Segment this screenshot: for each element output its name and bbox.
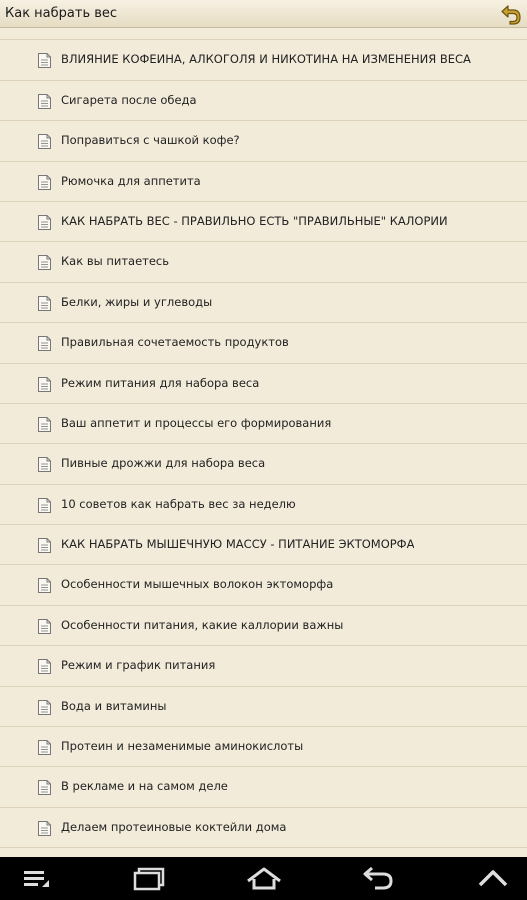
system-navigation-bar [0, 857, 527, 900]
list-item-label: Ваш аппетит и процессы его формирования [61, 415, 332, 430]
list-item[interactable]: Белки, жиры и углеводы [0, 283, 527, 324]
chevron-up-icon [478, 870, 508, 887]
document-icon [38, 740, 51, 756]
title-bar: Как набрать вес [0, 0, 527, 28]
page-title: Как набрать вес [5, 6, 118, 21]
list-item[interactable]: Вода и витамины [0, 687, 527, 728]
document-icon [38, 538, 51, 554]
list-item-label: Поправиться с чашкой кофе? [61, 133, 240, 148]
list-item-label: ВЛИЯНИЕ КОФЕИНА, АЛКОГОЛЯ И НИКОТИНА НА … [61, 52, 471, 67]
document-icon [38, 336, 51, 352]
document-icon [38, 578, 51, 594]
list-item-label: Сигарета после обеда [61, 92, 197, 107]
menu-icon [24, 871, 49, 887]
list-item-label: Вода и витамины [61, 698, 167, 713]
list-item[interactable]: Ваш аппетит и процессы его формирования [0, 404, 527, 445]
document-icon [38, 174, 51, 190]
list-item-label: Как вы питаетесь [61, 254, 170, 269]
document-icon [38, 214, 51, 230]
list-item-label: Пивные дрожжи для набора веса [61, 456, 266, 471]
document-icon [38, 457, 51, 473]
list-item[interactable]: Режим питания для набора веса [0, 364, 527, 404]
list-item-label: 10 советов как набрать вес за неделю [61, 496, 296, 511]
document-icon [38, 295, 51, 311]
document-icon [38, 659, 51, 675]
app-window: Как набрать вес Гормоны и набор веса ВЛИЯ… [0, 0, 527, 900]
list-item[interactable]: В рекламе и на самом деле [0, 767, 527, 808]
list-item-label: Правильная сочетаемость продуктов [61, 335, 289, 350]
back-button[interactable] [499, 2, 523, 26]
list-item-label: Рюмочка для аппетита [61, 173, 201, 188]
list-item-label: Особенности питания, какие каллории важн… [61, 617, 344, 632]
list-item[interactable]: Особенности питания, какие каллории важн… [0, 606, 527, 647]
list-item[interactable]: ВЛИЯНИЕ КОФЕИНА, АЛКОГОЛЯ И НИКОТИНА НА … [0, 40, 527, 81]
list-item-label: Особенности мышечных волокон эктоморфа [61, 577, 334, 592]
document-icon [38, 93, 51, 109]
document-icon [38, 376, 51, 392]
list-item-label: КАК НАБРАТЬ МЫШЕЧНУЮ МАССУ - ПИТАНИЕ ЭКТ… [61, 537, 415, 552]
back-arrow-icon [501, 5, 521, 25]
document-icon [38, 255, 51, 271]
document-icon [38, 820, 51, 836]
list-item[interactable]: Сигарета после обеда [0, 81, 527, 122]
list-item[interactable]: Пивные дрожжи для набора веса [0, 444, 527, 485]
hide-keyboard-button[interactable] [476, 865, 510, 895]
list-item-label: Режим и график питания [61, 658, 216, 673]
list-item[interactable]: Рюмочка для аппетита [0, 162, 527, 202]
document-icon [38, 618, 51, 634]
list-item[interactable]: Гормоны и набор веса [0, 28, 527, 41]
list-item[interactable]: Поправиться с чашкой кофе? [0, 121, 527, 162]
list-item-label: Белки, жиры и углеводы [61, 294, 213, 309]
list-item[interactable]: Особенности мышечных волокон эктоморфа [0, 565, 527, 606]
list-item[interactable]: Как вы питаетесь [0, 242, 527, 283]
recent-apps-button[interactable] [132, 865, 168, 895]
list-item[interactable]: Протеин и незаменимые аминокислоты [0, 727, 527, 768]
menu-button[interactable] [22, 865, 52, 895]
home-icon [247, 867, 281, 890]
list-item[interactable]: Режим и график питания [0, 646, 527, 687]
home-button[interactable] [245, 865, 283, 895]
list-item[interactable]: Правильная сочетаемость продуктов [0, 323, 527, 364]
document-icon [38, 780, 51, 796]
document-icon [38, 497, 51, 513]
back-nav-button[interactable] [361, 865, 395, 895]
article-list[interactable]: Гормоны и набор веса ВЛИЯНИЕ КОФЕИНА, АЛК… [0, 28, 527, 857]
list-item[interactable]: КАК НАБРАТЬ МЫШЕЧНУЮ МАССУ - ПИТАНИЕ ЭКТ… [0, 525, 527, 566]
document-icon [38, 699, 51, 715]
list-item-label: В рекламе и на самом деле [61, 779, 228, 794]
list-item-label: Протеин и незаменимые аминокислоты [61, 739, 304, 754]
document-icon [38, 416, 51, 432]
recent-apps-icon [133, 867, 165, 891]
list-item-label: КАК НАБРАТЬ ВЕС - ПРАВИЛЬНО ЕСТЬ "ПРАВИЛ… [61, 213, 448, 228]
list-item-label: Делаем протеиновые коктейли дома [61, 819, 287, 834]
document-icon [38, 134, 51, 150]
document-icon [38, 53, 51, 69]
back-icon [363, 866, 393, 890]
list-item[interactable]: 10 советов как набрать вес за неделю [0, 485, 527, 526]
list-item[interactable]: КАК НАБРАТЬ ВЕС - ПРАВИЛЬНО ЕСТЬ "ПРАВИЛ… [0, 202, 527, 243]
list-item-label: Режим питания для набора веса [61, 375, 260, 390]
list-item[interactable]: Делаем протеиновые коктейли дома [0, 808, 527, 849]
article-list-inner: Гормоны и набор веса ВЛИЯНИЕ КОФЕИНА, АЛК… [0, 28, 527, 849]
